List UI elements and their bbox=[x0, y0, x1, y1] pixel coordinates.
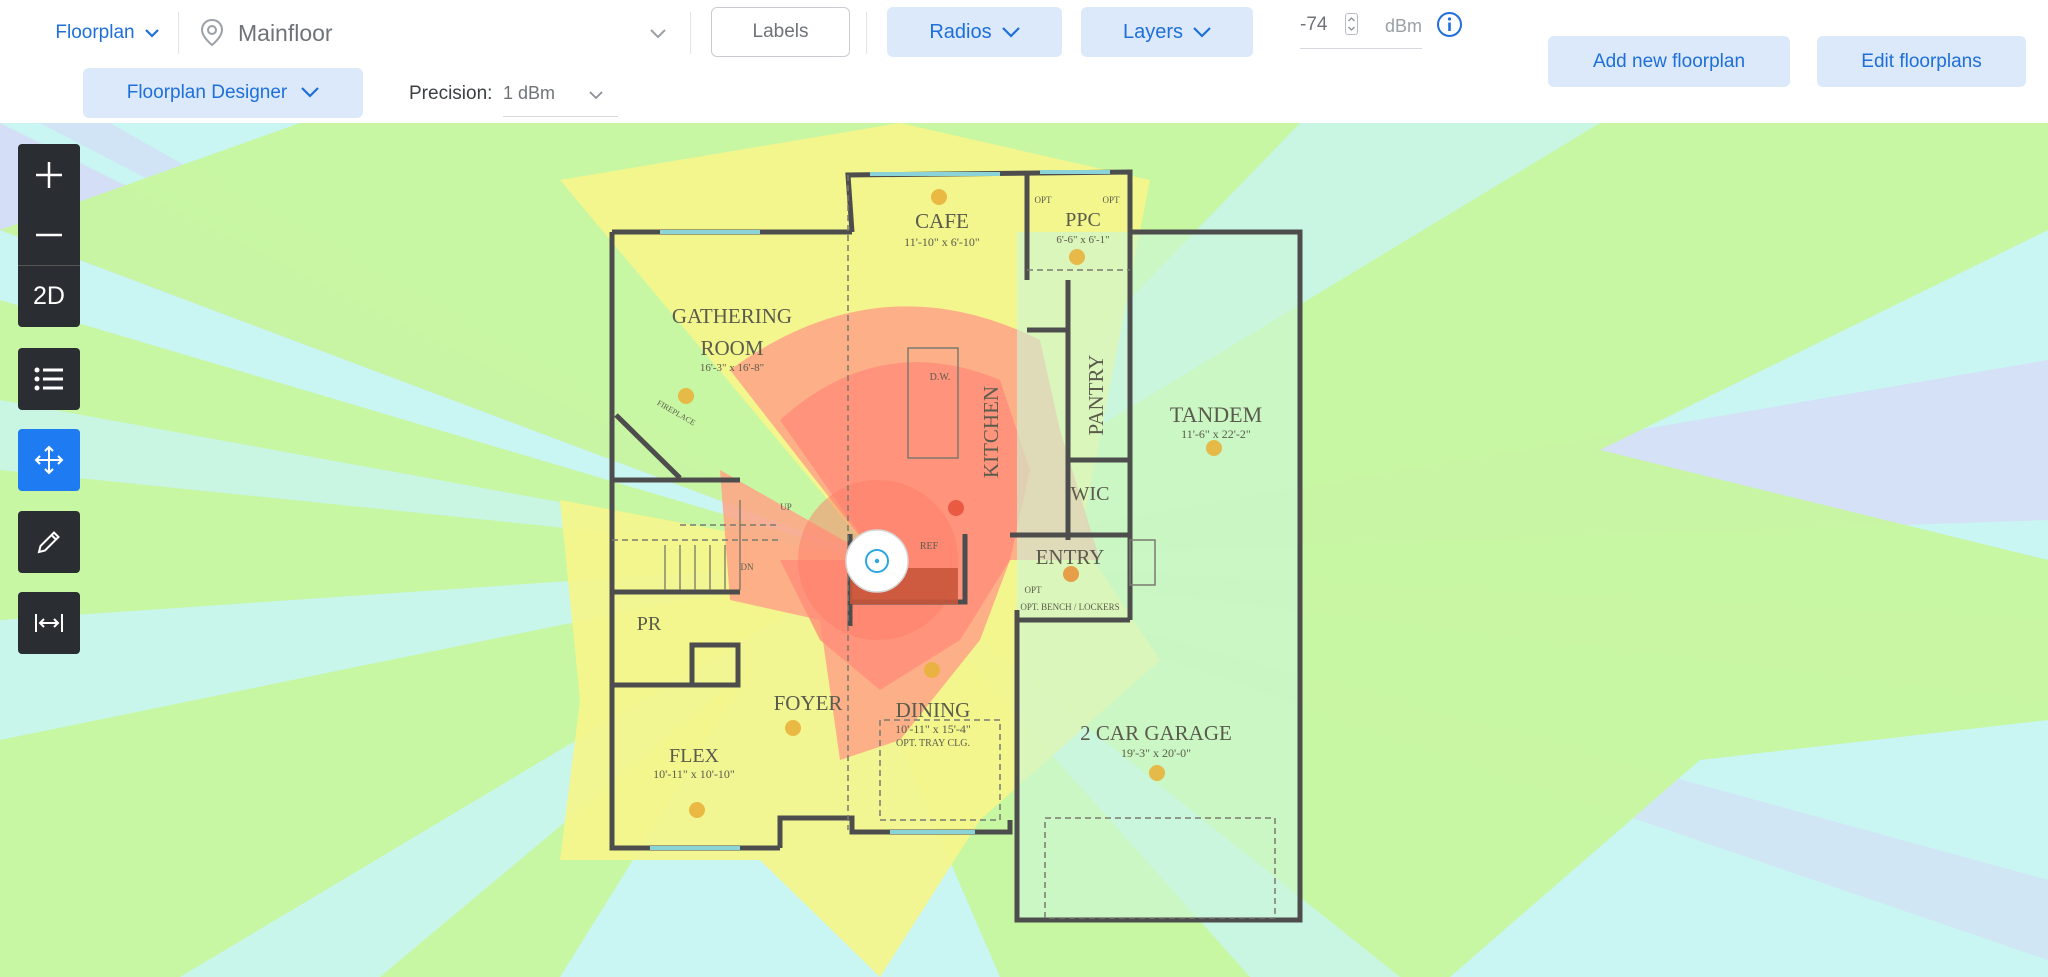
chevron-down-icon bbox=[650, 26, 666, 44]
room-marker[interactable] bbox=[948, 500, 964, 516]
chevron-down-icon bbox=[144, 22, 159, 44]
room-opt-label: OPT bbox=[1034, 195, 1052, 205]
room-kitchen-label: KITCHEN bbox=[979, 386, 1003, 478]
room-marker[interactable] bbox=[1206, 440, 1222, 456]
precision-select[interactable]: 1 dBm bbox=[503, 76, 618, 117]
chevron-down-icon bbox=[589, 87, 603, 105]
precision-value: 1 dBm bbox=[503, 83, 556, 103]
move-arrows-icon bbox=[34, 445, 64, 475]
divider bbox=[178, 12, 179, 54]
room-marker[interactable] bbox=[931, 189, 947, 205]
layers-button[interactable]: Layers bbox=[1081, 7, 1253, 57]
radios-button[interactable]: Radios bbox=[887, 7, 1062, 57]
floorplan-designer-button[interactable]: Floorplan Designer bbox=[83, 68, 363, 118]
room-ppc-dim: 6'-6" x 6'-1" bbox=[1056, 234, 1109, 246]
radios-button-label: Radios bbox=[929, 20, 992, 43]
room-pantry-label: PANTRY bbox=[1084, 355, 1108, 436]
stairs-dn-label: DN bbox=[741, 562, 754, 572]
minus-icon bbox=[34, 220, 64, 250]
room-tandem-label: TANDEM bbox=[1170, 402, 1262, 427]
access-point-icon[interactable] bbox=[845, 529, 909, 593]
room-room-label: ROOM bbox=[700, 336, 763, 360]
kitchen-dw-label: D.W. bbox=[930, 372, 951, 383]
room-pr-label: PR bbox=[637, 613, 662, 635]
draw-tool-button[interactable] bbox=[18, 511, 80, 573]
zoom-out-button[interactable] bbox=[18, 205, 80, 265]
bench-label: OPT. BENCH / LOCKERS bbox=[1020, 602, 1119, 612]
room-garage-dim: 19'-3" x 20'-0" bbox=[1121, 746, 1191, 760]
room-flex-dim: 10'-11" x 10'-10" bbox=[653, 767, 735, 781]
list-button[interactable] bbox=[18, 348, 80, 410]
room-gathering-dim: 16'-3" x 16'-8" bbox=[700, 362, 764, 374]
add-floorplan-button-label: Add new floorplan bbox=[1592, 50, 1746, 72]
heatmap-svg: CAFE 11'-10" x 6'-10" PPC 6'-6" x 6'-1" … bbox=[0, 123, 2048, 977]
stairs-up-label: UP bbox=[780, 502, 792, 512]
room-opt-entry-label: OPT bbox=[1024, 585, 1042, 595]
room-dining-dim: 10'-11" x 15'-4" bbox=[895, 722, 971, 736]
room-dining-opt: OPT. TRAY CLG. bbox=[896, 738, 970, 749]
room-cafe-label: CAFE bbox=[915, 209, 969, 233]
fridge-ref-label: REF bbox=[920, 541, 939, 552]
chevron-down-icon bbox=[1001, 21, 1020, 44]
precision-label: Precision: bbox=[409, 83, 493, 104]
list-icon bbox=[34, 366, 64, 392]
threshold-unit: dBm bbox=[1385, 16, 1423, 36]
divider bbox=[866, 12, 867, 54]
edit-floorplans-button-label: Edit floorplans bbox=[1861, 50, 1982, 72]
location-pin-icon bbox=[198, 18, 226, 53]
plus-icon bbox=[34, 160, 64, 190]
labels-button-label: Labels bbox=[752, 21, 809, 42]
layers-button-label: Layers bbox=[1122, 20, 1184, 43]
floorplan-menu-label: Floorplan bbox=[55, 22, 135, 43]
move-tool-button[interactable] bbox=[18, 429, 80, 491]
floor-select-value: Mainfloor bbox=[238, 20, 333, 46]
edit-floorplans-button[interactable]: Edit floorplans bbox=[1817, 36, 2026, 87]
room-marker[interactable] bbox=[785, 720, 801, 736]
divider bbox=[690, 12, 691, 54]
heatmap-canvas[interactable]: CAFE 11'-10" x 6'-10" PPC 6'-6" x 6'-1" … bbox=[0, 123, 2048, 977]
room-marker[interactable] bbox=[1063, 566, 1079, 582]
room-dining-label: DINING bbox=[896, 698, 971, 722]
room-marker[interactable] bbox=[1149, 765, 1165, 781]
zoom-in-button[interactable] bbox=[18, 144, 80, 205]
room-marker[interactable] bbox=[689, 802, 705, 818]
room-marker[interactable] bbox=[924, 662, 940, 678]
room-foyer-label: FOYER bbox=[774, 691, 843, 715]
floor-select[interactable]: Mainfloor bbox=[196, 12, 670, 54]
pencil-icon bbox=[35, 528, 63, 556]
number-stepper-icon[interactable] bbox=[1345, 13, 1358, 35]
threshold-value: -74 bbox=[1300, 14, 1328, 35]
room-garage-label: 2 CAR GARAGE bbox=[1080, 721, 1232, 745]
chevron-down-icon bbox=[1193, 21, 1211, 44]
room-tandem-dim: 11'-6" x 22'-2" bbox=[1181, 427, 1251, 441]
room-wic-label: WIC bbox=[1071, 483, 1110, 505]
measure-tool-button[interactable] bbox=[18, 592, 80, 654]
signal-threshold-input[interactable]: -74 dBm bbox=[1300, 8, 1422, 49]
room-flex-label: FLEX bbox=[669, 745, 720, 767]
chevron-down-icon bbox=[301, 82, 320, 104]
add-floorplan-button[interactable]: Add new floorplan bbox=[1548, 36, 1790, 87]
room-marker[interactable] bbox=[1069, 249, 1085, 265]
measure-icon bbox=[34, 611, 64, 635]
view-mode-label: 2D bbox=[33, 282, 65, 310]
room-marker[interactable] bbox=[678, 388, 694, 404]
top-bar: Floorplan Mainfloor Labels Radios Layers bbox=[0, 0, 2048, 124]
floorplan-designer-button-label: Floorplan Designer bbox=[126, 82, 288, 103]
labels-button[interactable]: Labels bbox=[711, 7, 850, 57]
room-gathering-label: GATHERING bbox=[672, 304, 792, 328]
floorplan-menu[interactable]: Floorplan bbox=[44, 14, 170, 52]
view-mode-toggle[interactable]: 2D bbox=[18, 265, 80, 327]
room-entry-label: ENTRY bbox=[1036, 545, 1105, 569]
room-cafe-dim: 11'-10" x 6'-10" bbox=[904, 235, 980, 249]
room-ppc-label: PPC bbox=[1065, 209, 1101, 231]
room-opt-label: OPT bbox=[1102, 195, 1120, 205]
info-icon[interactable] bbox=[1436, 11, 1463, 38]
